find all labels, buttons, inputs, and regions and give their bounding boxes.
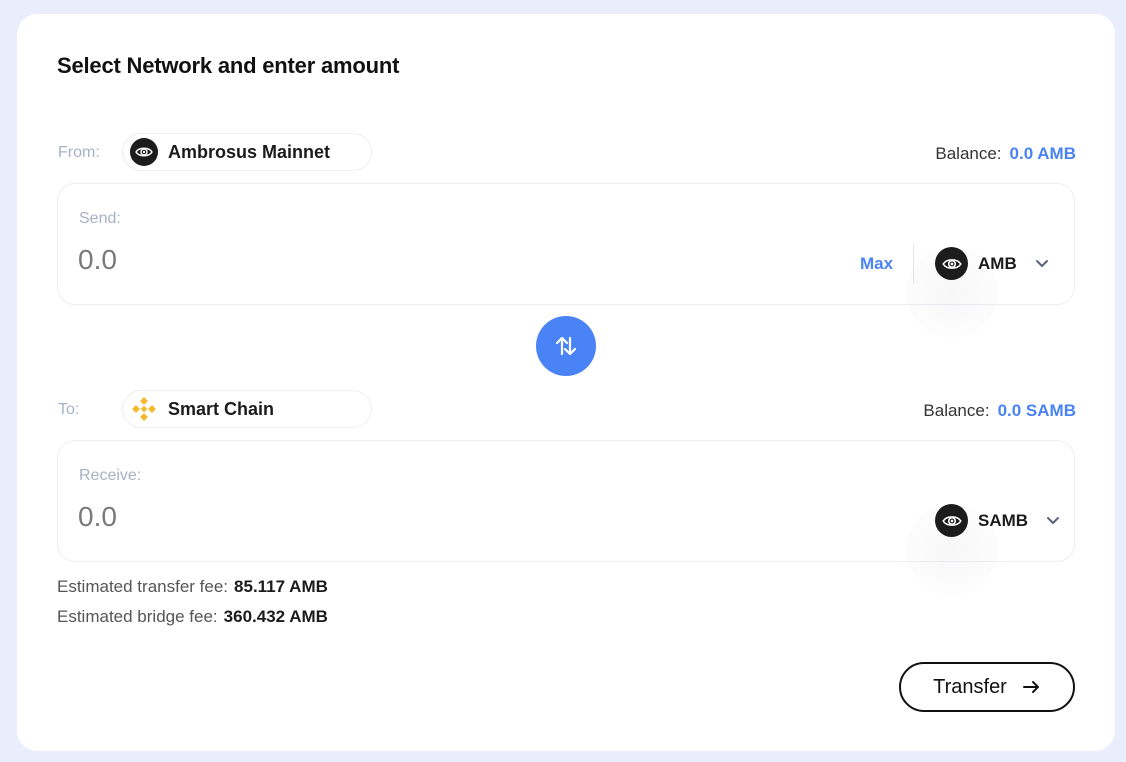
divider	[913, 244, 914, 284]
arrow-right-icon	[1022, 680, 1041, 694]
ambrosus-eye-icon	[935, 247, 968, 280]
swap-arrows-icon	[552, 332, 580, 360]
to-balance-label: Balance:	[923, 401, 990, 420]
to-balance: Balance: 0.0 SAMB	[923, 401, 1076, 421]
receive-label: Receive:	[79, 467, 142, 484]
to-label: To:	[58, 401, 80, 418]
bridge-fee-label: Estimated bridge fee:	[57, 607, 218, 626]
from-label: From:	[58, 144, 100, 161]
to-network-name: Smart Chain	[168, 398, 275, 419]
send-token-selector[interactable]: AMB	[935, 247, 1049, 280]
swap-direction-button[interactable]	[536, 316, 596, 376]
ambrosus-eye-icon	[935, 504, 968, 537]
send-amount-input[interactable]	[78, 244, 578, 276]
from-balance: Balance: 0.0 AMB	[935, 144, 1076, 164]
receive-box: Receive: SAMB	[57, 440, 1075, 595]
send-label: Send:	[79, 210, 121, 227]
transfer-button-label: Transfer	[933, 675, 1007, 698]
transfer-button[interactable]: Transfer	[899, 662, 1075, 712]
transfer-fee-value: 85.117 AMB	[234, 577, 328, 596]
page-title: Select Network and enter amount	[57, 53, 400, 78]
bridge-fee: Estimated bridge fee: 360.432 AMB	[57, 607, 328, 627]
receive-token-symbol: SAMB	[978, 510, 1029, 530]
transfer-fee: Estimated transfer fee: 85.117 AMB	[57, 577, 328, 597]
from-network-name: Ambrosus Mainnet	[168, 141, 331, 162]
send-token-symbol: AMB	[978, 253, 1017, 273]
bridge-fee-value: 360.432 AMB	[223, 607, 328, 626]
to-balance-value: 0.0 SAMB	[997, 401, 1076, 420]
binance-icon	[130, 395, 158, 423]
max-button[interactable]: Max	[860, 254, 893, 274]
from-balance-label: Balance:	[935, 144, 1002, 163]
receive-amount-input[interactable]	[78, 501, 578, 533]
from-network-selector[interactable]: Ambrosus Mainnet	[122, 133, 372, 171]
ambrosus-eye-icon	[130, 138, 158, 166]
chevron-down-icon	[1035, 259, 1049, 269]
transfer-fee-label: Estimated transfer fee:	[57, 577, 229, 596]
to-network-selector[interactable]: Smart Chain	[122, 390, 372, 428]
chevron-down-icon	[1046, 516, 1060, 526]
send-box: Send: Max AMB	[57, 183, 1075, 338]
receive-token-selector[interactable]: SAMB	[935, 504, 1060, 537]
bridge-card: Select Network and enter amount From: Am…	[17, 14, 1115, 751]
from-balance-value: 0.0 AMB	[1009, 144, 1076, 163]
